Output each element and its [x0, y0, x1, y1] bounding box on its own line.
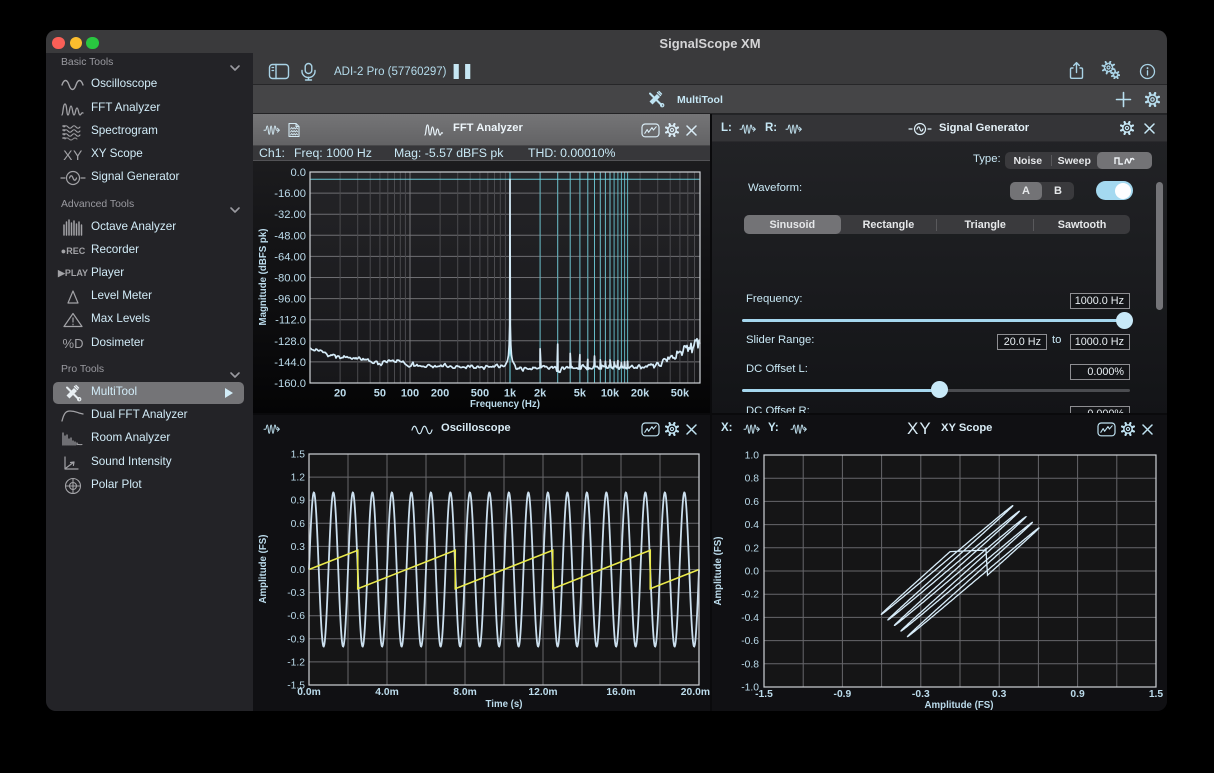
svg-text:200: 200 [431, 388, 449, 400]
svg-text:0.6: 0.6 [291, 519, 306, 530]
svg-text:0.9: 0.9 [291, 496, 306, 507]
svg-text:-0.4: -0.4 [741, 613, 759, 624]
svg-text:-48.00: -48.00 [274, 230, 306, 242]
svg-text:Amplitude (FS): Amplitude (FS) [258, 535, 269, 604]
svg-text:-96.00: -96.00 [274, 294, 306, 306]
svg-text:-144.0: -144.0 [274, 357, 306, 369]
svg-text:50k: 50k [671, 388, 690, 400]
svg-text:-0.8: -0.8 [741, 659, 759, 670]
svg-text:20.0m: 20.0m [681, 687, 710, 698]
svg-text:1k: 1k [504, 388, 517, 400]
svg-text:20: 20 [334, 388, 346, 400]
svg-text:0.0: 0.0 [290, 167, 306, 179]
svg-text:5k: 5k [574, 388, 587, 400]
svg-text:500: 500 [471, 388, 489, 400]
svg-text:2k: 2k [534, 388, 547, 400]
svg-text:10k: 10k [601, 388, 620, 400]
svg-text:-32.00: -32.00 [274, 209, 306, 221]
svg-text:Magnitude (dBFS pk): Magnitude (dBFS pk) [258, 229, 269, 326]
svg-text:Amplitude (FS): Amplitude (FS) [925, 700, 994, 711]
svg-text:1.5: 1.5 [1149, 689, 1164, 700]
svg-text:0.2: 0.2 [745, 543, 760, 554]
svg-text:4.0m: 4.0m [375, 687, 398, 698]
svg-text:-160.0: -160.0 [274, 378, 306, 390]
svg-text:-0.2: -0.2 [741, 590, 759, 601]
svg-text:0.3: 0.3 [992, 689, 1007, 700]
svg-text:100: 100 [401, 388, 419, 400]
svg-text:-64.00: -64.00 [274, 251, 306, 263]
svg-text:0.3: 0.3 [291, 542, 306, 553]
svg-text:-1.2: -1.2 [287, 657, 305, 668]
svg-text:-0.6: -0.6 [287, 611, 305, 622]
svg-text:-112.0: -112.0 [275, 315, 306, 327]
svg-text:0.4: 0.4 [745, 520, 760, 531]
svg-text:-1.5: -1.5 [755, 689, 773, 700]
svg-text:0.0: 0.0 [291, 565, 306, 576]
svg-text:Time (s): Time (s) [486, 699, 523, 710]
svg-text:Frequency (Hz): Frequency (Hz) [470, 399, 540, 410]
svg-text:1.5: 1.5 [291, 450, 306, 461]
svg-text:1.0: 1.0 [745, 451, 760, 462]
svg-text:0.0m: 0.0m [297, 687, 320, 698]
svg-text:1.2: 1.2 [291, 473, 306, 484]
svg-text:20k: 20k [631, 388, 650, 400]
svg-text:Amplitude (FS): Amplitude (FS) [713, 537, 724, 606]
svg-text:-16.00: -16.00 [274, 188, 306, 200]
svg-text:-0.9: -0.9 [287, 634, 305, 645]
svg-text:0.8: 0.8 [745, 474, 760, 485]
svg-text:0.9: 0.9 [1070, 689, 1085, 700]
svg-text:50: 50 [374, 388, 386, 400]
svg-text:-0.3: -0.3 [912, 689, 930, 700]
svg-text:0.6: 0.6 [745, 497, 760, 508]
svg-text:12.0m: 12.0m [528, 687, 557, 698]
svg-text:-0.3: -0.3 [287, 588, 305, 599]
svg-text:0.0: 0.0 [745, 567, 760, 578]
svg-text:-128.0: -128.0 [274, 336, 306, 348]
svg-text:8.0m: 8.0m [453, 687, 476, 698]
svg-text:16.0m: 16.0m [606, 687, 635, 698]
svg-text:-0.9: -0.9 [834, 689, 852, 700]
svg-text:-0.6: -0.6 [741, 636, 759, 647]
svg-text:-80.00: -80.00 [274, 273, 306, 285]
